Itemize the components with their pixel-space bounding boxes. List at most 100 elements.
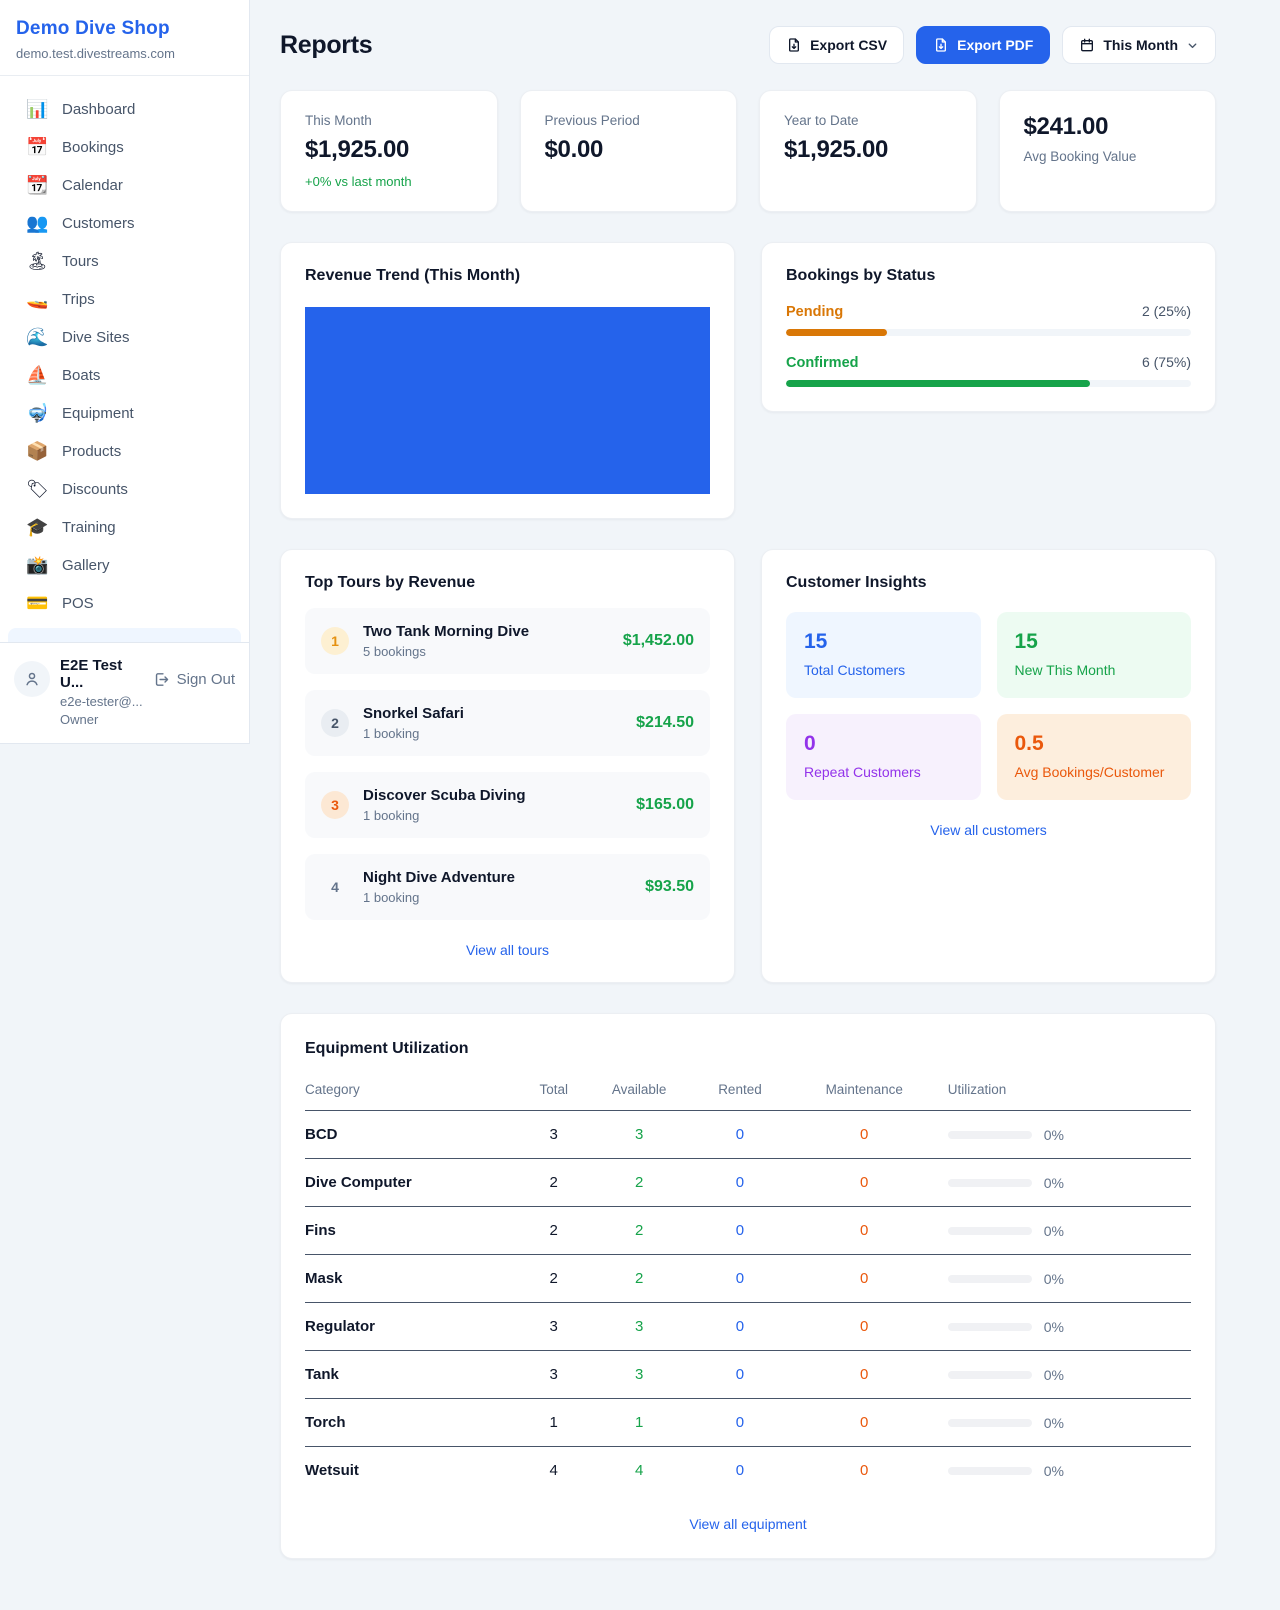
equipment-rented: 0	[695, 1351, 785, 1399]
wave-emoji: 🌊	[26, 328, 48, 346]
stat-label: Previous Period	[545, 113, 713, 128]
sidebar-item-boats[interactable]: ⛵Boats	[8, 356, 241, 394]
equipment-row: Mask22000%	[305, 1255, 1191, 1303]
utilization-percent: 0%	[1044, 1319, 1064, 1335]
sidebar-item-equipment[interactable]: 🤿Equipment	[8, 394, 241, 432]
sidebar-item-dive-sites[interactable]: 🌊 Dive Sites	[8, 318, 241, 356]
equipment-category: BCD	[305, 1111, 524, 1159]
utilization-bar-track	[948, 1419, 1032, 1427]
utilization-bar-track	[948, 1179, 1032, 1187]
equipment-col-header: Category	[305, 1076, 524, 1111]
status-count: 2 (25%)	[1142, 303, 1191, 319]
equipment-total: 2	[524, 1255, 583, 1303]
equipment-total: 3	[524, 1111, 583, 1159]
insight-label: Avg Bookings/Customer	[1015, 764, 1174, 780]
period-label: This Month	[1103, 37, 1178, 53]
sidebar-item-training[interactable]: 🎓Training	[8, 508, 241, 546]
status-label: Confirmed	[786, 355, 859, 371]
insight-tile: 0.5 Avg Bookings/Customer	[997, 714, 1192, 800]
status-rows: Pending2 (25%)Confirmed6 (75%)	[786, 303, 1191, 387]
sidebar-active-item-partial[interactable]	[8, 628, 241, 642]
tour-revenue: $165.00	[636, 796, 694, 814]
rank-badge: 3	[321, 791, 349, 819]
user-section: E2E Test U... e2e-tester@... Owner Sign …	[0, 642, 249, 743]
equipment-row: Fins22000%	[305, 1207, 1191, 1255]
file-download-icon	[933, 37, 949, 53]
tour-name: Snorkel Safari	[363, 705, 622, 722]
equipment-category: Fins	[305, 1207, 524, 1255]
user-email: e2e-tester@...	[60, 694, 143, 709]
equipment-category: Tank	[305, 1351, 524, 1399]
sign-out-button[interactable]: Sign Out	[153, 671, 235, 688]
stat-card: This Month$1,925.00+0% vs last month	[280, 90, 498, 212]
sidebar-item-dashboard[interactable]: 📊Dashboard	[8, 90, 241, 128]
equipment-row: Wetsuit44000%	[305, 1447, 1191, 1495]
insight-value: 0.5	[1015, 732, 1174, 756]
stat-card: Previous Period$0.00	[520, 90, 738, 212]
sidebar-item-trips[interactable]: 🚤Trips	[8, 280, 241, 318]
equipment-category: Dive Computer	[305, 1159, 524, 1207]
sidebar-item-products[interactable]: 📦Products	[8, 432, 241, 470]
people-emoji: 👥	[26, 214, 48, 232]
export-pdf-button[interactable]: Export PDF	[916, 26, 1050, 64]
sidebar-item-label: Discounts	[62, 481, 128, 498]
stat-value: $1,925.00	[305, 136, 473, 164]
period-dropdown[interactable]: This Month	[1062, 26, 1216, 64]
tour-row: 4Night Dive Adventure1 booking$93.50	[305, 854, 710, 920]
sidebar-item-tours[interactable]: 🏝Tours	[8, 242, 241, 280]
equipment-total: 3	[524, 1351, 583, 1399]
sidebar-item-gallery[interactable]: 📸Gallery	[8, 546, 241, 584]
status-progress-track	[786, 380, 1191, 387]
diving-mask-emoji: 🤿	[26, 404, 48, 422]
equipment-rented: 0	[695, 1111, 785, 1159]
stat-card: $241.00Avg Booking Value	[999, 90, 1217, 212]
sidebar-item-discounts[interactable]: 🏷Discounts	[8, 470, 241, 508]
utilization-percent: 0%	[1044, 1415, 1064, 1431]
insight-label: Repeat Customers	[804, 764, 963, 780]
insight-tiles: 15Total Customers15New This Month0Repeat…	[786, 612, 1191, 800]
status-row: Pending 2 (25%)	[786, 303, 1191, 336]
status-progress-fill	[786, 380, 1090, 387]
utilization-percent: 0%	[1044, 1367, 1064, 1383]
equipment-available: 3	[583, 1351, 695, 1399]
utilization-percent: 0%	[1044, 1271, 1064, 1287]
sidebar-item-label: Customers	[62, 215, 135, 232]
sidebar-item-pos[interactable]: 💳POS	[8, 584, 241, 622]
calendar-icon	[1079, 37, 1095, 53]
equipment-available: 2	[583, 1159, 695, 1207]
revenue-trend-card: Revenue Trend (This Month)	[280, 242, 735, 519]
equipment-utilization-title: Equipment Utilization	[305, 1040, 1191, 1058]
view-all-tours-link[interactable]: View all tours	[305, 942, 710, 958]
view-all-customers-link[interactable]: View all customers	[786, 822, 1191, 838]
stat-card: Year to Date$1,925.00	[759, 90, 977, 212]
sidebar-item-label: Dive Sites	[62, 329, 130, 346]
shop-header: Demo Dive Shop demo.test.divestreams.com	[0, 0, 249, 76]
sailboat-emoji: ⛵	[26, 366, 48, 384]
file-download-icon	[786, 37, 802, 53]
status-label: Pending	[786, 304, 843, 320]
speedboat-emoji: 🚤	[26, 290, 48, 308]
sidebar-item-calendar[interactable]: 📆Calendar	[8, 166, 241, 204]
sidebar-item-label: Bookings	[62, 139, 124, 156]
equipment-total: 2	[524, 1207, 583, 1255]
rank-badge: 4	[321, 873, 349, 901]
sidebar-item-label: Tours	[62, 253, 99, 270]
user-name: E2E Test U...	[60, 657, 143, 691]
header-actions: Export CSV Export PDF This Month	[769, 26, 1216, 64]
equipment-utilization-card: Equipment Utilization CategoryTotalAvail…	[280, 1013, 1216, 1559]
export-csv-button[interactable]: Export CSV	[769, 26, 904, 64]
insight-label: Total Customers	[804, 662, 963, 678]
top-tours-card: Top Tours by Revenue 1Two Tank Morning D…	[280, 549, 735, 983]
tour-name: Night Dive Adventure	[363, 869, 631, 886]
customer-insights-card: Customer Insights 15Total Customers15New…	[761, 549, 1216, 983]
sidebar: Demo Dive Shop demo.test.divestreams.com…	[0, 0, 250, 744]
sidebar-item-customers[interactable]: 👥 Customers	[8, 204, 241, 242]
view-all-equipment-link[interactable]: View all equipment	[305, 1516, 1191, 1532]
insight-tile: 0Repeat Customers	[786, 714, 981, 800]
tour-name: Two Tank Morning Dive	[363, 623, 609, 640]
equipment-col-header: Maintenance	[785, 1076, 944, 1111]
tour-bookings: 1 booking	[363, 890, 631, 905]
equipment-maintenance: 0	[785, 1111, 944, 1159]
sidebar-item-bookings[interactable]: 📅Bookings	[8, 128, 241, 166]
credit-card-emoji: 💳	[26, 594, 48, 612]
